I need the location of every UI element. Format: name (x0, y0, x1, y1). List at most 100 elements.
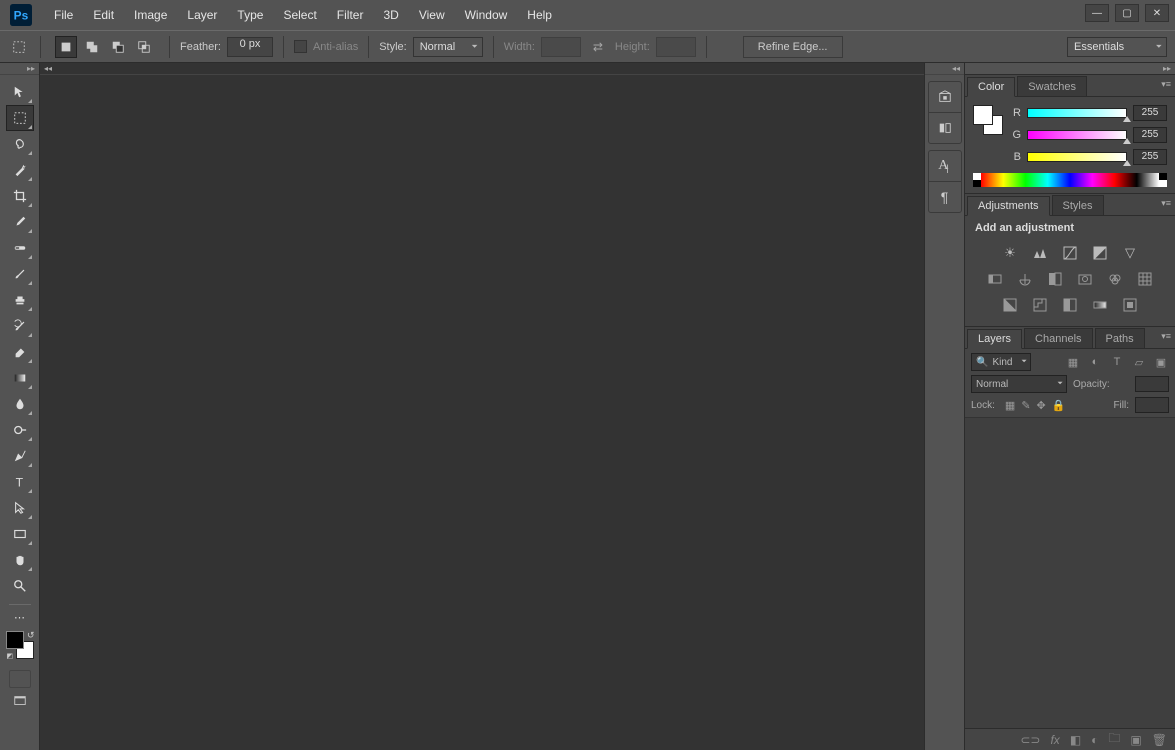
g-value[interactable]: 255 (1133, 127, 1167, 143)
brush-tool[interactable] (6, 261, 34, 287)
crop-tool[interactable] (6, 183, 34, 209)
tab-swatches[interactable]: Swatches (1017, 76, 1087, 96)
gradient-map-icon[interactable] (1090, 296, 1110, 314)
dodge-tool[interactable] (6, 417, 34, 443)
zoom-tool[interactable] (6, 573, 34, 599)
tab-styles[interactable]: Styles (1052, 195, 1104, 215)
close-button[interactable]: ✕ (1145, 4, 1169, 22)
tab-paths[interactable]: Paths (1095, 328, 1145, 348)
edit-toolbar-button[interactable]: ⋯ (6, 610, 34, 624)
type-tool[interactable]: T (6, 469, 34, 495)
pen-tool[interactable] (6, 443, 34, 469)
color-lookup-icon[interactable] (1135, 270, 1155, 288)
menu-filter[interactable]: Filter (327, 0, 374, 30)
magic-wand-tool[interactable] (6, 157, 34, 183)
default-colors-icon[interactable]: ◩ (7, 652, 14, 660)
lock-all-icon[interactable]: 🔒 (1052, 399, 1066, 412)
tab-adjustments[interactable]: Adjustments (967, 196, 1050, 216)
opacity-field[interactable] (1135, 376, 1169, 392)
color-balance-icon[interactable] (1015, 270, 1035, 288)
filter-shape-icon[interactable]: ▱ (1131, 354, 1147, 370)
panel-fg-swatch[interactable] (973, 105, 993, 125)
active-tool-preset[interactable] (8, 36, 30, 58)
invert-icon[interactable] (1000, 296, 1020, 314)
eyedropper-tool[interactable] (6, 209, 34, 235)
layer-filter-select[interactable]: 🔍Kind (971, 353, 1031, 371)
panels-collapse-toggle[interactable]: ▸▸ (965, 63, 1175, 75)
quick-mask-toggle[interactable] (9, 670, 31, 688)
new-selection-icon[interactable] (55, 36, 77, 58)
color-swatch-control[interactable]: ↺ ◩ (5, 630, 35, 660)
g-slider[interactable] (1027, 130, 1127, 140)
character-panel-button[interactable]: A| (929, 151, 961, 181)
brightness-contrast-icon[interactable]: ☀ (1000, 244, 1020, 262)
menu-image[interactable]: Image (124, 0, 177, 30)
vibrance-icon[interactable]: ▽ (1120, 244, 1140, 262)
gradient-tool[interactable] (6, 365, 34, 391)
menu-view[interactable]: View (409, 0, 455, 30)
history-panel-button[interactable] (929, 82, 961, 112)
path-selection-tool[interactable] (6, 495, 34, 521)
lasso-tool[interactable] (6, 131, 34, 157)
dock-collapse-toggle[interactable]: ◂◂ (925, 63, 964, 75)
new-adjustment-layer-icon[interactable]: ◐ (1091, 733, 1098, 747)
style-select[interactable]: Normal (413, 37, 483, 57)
refine-edge-button[interactable]: Refine Edge... (743, 36, 843, 58)
tools-collapse-toggle[interactable]: ▸▸ (0, 63, 39, 75)
panel-color-swatches[interactable] (973, 105, 1003, 135)
filter-smart-icon[interactable]: ▣ (1153, 354, 1169, 370)
filter-pixel-icon[interactable]: ▦ (1065, 354, 1081, 370)
clone-stamp-tool[interactable] (6, 287, 34, 313)
add-selection-icon[interactable] (81, 36, 103, 58)
lock-brush-icon[interactable]: ✎ (1021, 399, 1030, 412)
minimize-button[interactable]: — (1085, 4, 1109, 22)
color-spectrum[interactable] (973, 173, 1167, 187)
intersect-selection-icon[interactable] (133, 36, 155, 58)
selective-color-icon[interactable] (1120, 296, 1140, 314)
filter-type-icon[interactable]: T (1109, 354, 1125, 370)
posterize-icon[interactable] (1030, 296, 1050, 314)
rectangular-marquee-tool[interactable] (6, 105, 34, 131)
history-brush-tool[interactable] (6, 313, 34, 339)
b-slider[interactable] (1027, 152, 1127, 162)
screen-mode-button[interactable] (9, 692, 31, 710)
menu-select[interactable]: Select (273, 0, 326, 30)
new-group-icon[interactable]: 🗀 (1108, 729, 1120, 750)
exposure-icon[interactable] (1090, 244, 1110, 262)
black-white-icon[interactable] (1045, 270, 1065, 288)
r-slider[interactable] (1027, 108, 1127, 118)
tab-layers[interactable]: Layers (967, 329, 1022, 349)
curves-icon[interactable] (1060, 244, 1080, 262)
menu-layer[interactable]: Layer (177, 0, 227, 30)
menu-file[interactable]: File (44, 0, 83, 30)
link-layers-icon[interactable]: ⊂⊃ (1020, 733, 1040, 747)
subtract-selection-icon[interactable] (107, 36, 129, 58)
r-value[interactable]: 255 (1133, 105, 1167, 121)
feather-input[interactable]: 0 px (227, 37, 273, 57)
rectangle-tool[interactable] (6, 521, 34, 547)
menu-help[interactable]: Help (517, 0, 562, 30)
swap-colors-icon[interactable]: ↺ (27, 630, 35, 641)
spot-healing-tool[interactable] (6, 235, 34, 261)
properties-panel-button[interactable] (929, 113, 961, 143)
eraser-tool[interactable] (6, 339, 34, 365)
move-tool[interactable] (6, 79, 34, 105)
lock-position-icon[interactable]: ✥ (1037, 399, 1046, 412)
tab-channels[interactable]: Channels (1024, 328, 1092, 348)
photo-filter-icon[interactable] (1075, 270, 1095, 288)
filter-adjust-icon[interactable]: ◐ (1087, 354, 1103, 370)
adjustments-panel-menu-icon[interactable]: ▾≡ (1161, 198, 1171, 209)
menu-window[interactable]: Window (455, 0, 518, 30)
layer-mask-icon[interactable]: ◧ (1070, 733, 1081, 747)
maximize-button[interactable]: ▢ (1115, 4, 1139, 22)
hand-tool[interactable] (6, 547, 34, 573)
layer-fx-icon[interactable]: fx (1050, 733, 1059, 747)
paragraph-panel-button[interactable]: ¶ (929, 182, 961, 212)
menu-edit[interactable]: Edit (83, 0, 124, 30)
levels-icon[interactable] (1030, 244, 1050, 262)
layers-panel-menu-icon[interactable]: ▾≡ (1161, 331, 1171, 342)
menu-3d[interactable]: 3D (373, 0, 408, 30)
threshold-icon[interactable] (1060, 296, 1080, 314)
new-layer-icon[interactable]: ▣ (1130, 733, 1141, 747)
hue-sat-icon[interactable] (985, 270, 1005, 288)
